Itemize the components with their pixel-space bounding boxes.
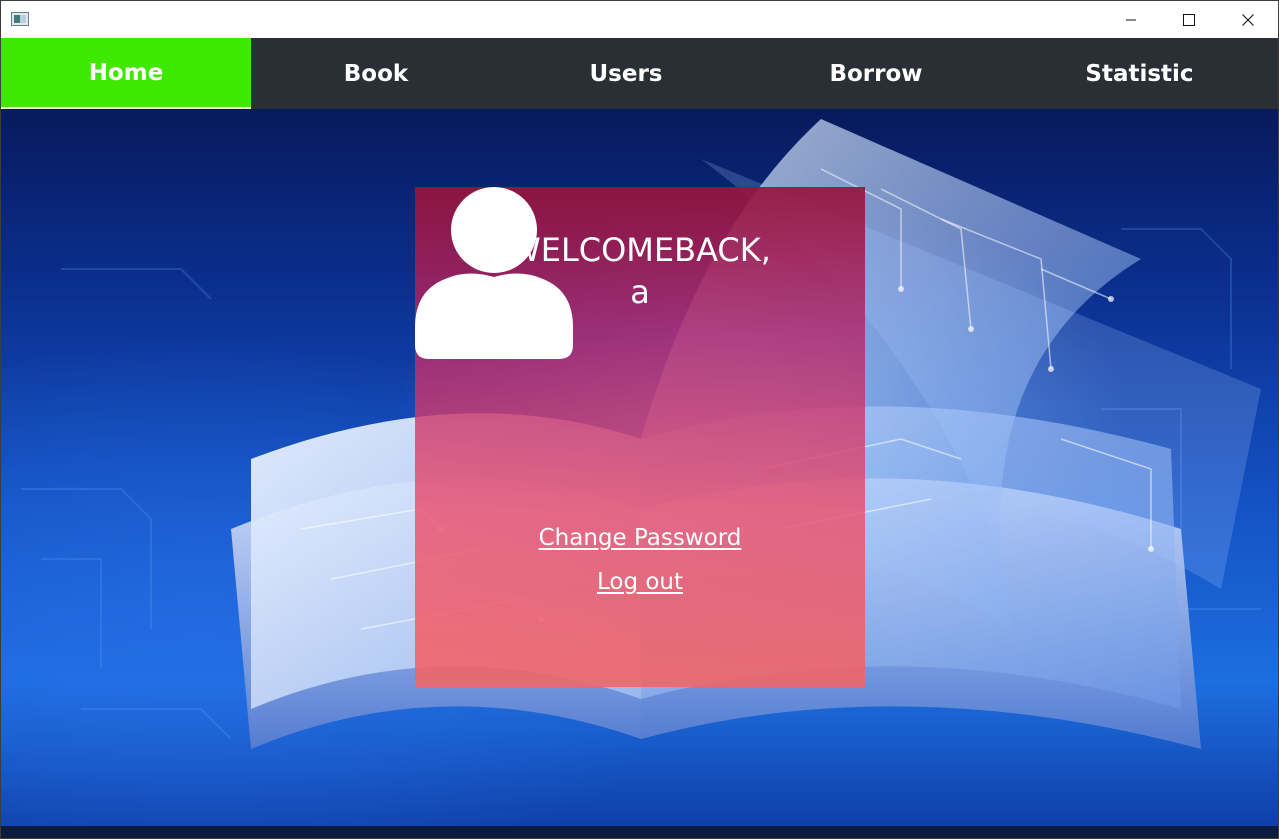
tab-statistic[interactable]: Statistic (1001, 38, 1278, 109)
user-avatar-icon (415, 187, 573, 359)
change-password-link[interactable]: Change Password (415, 525, 865, 551)
bottom-border (1, 826, 1278, 838)
app-icon (11, 12, 29, 26)
tab-borrow[interactable]: Borrow (751, 38, 1001, 109)
tab-book[interactable]: Book (251, 38, 501, 109)
logout-link[interactable]: Log out (415, 569, 865, 595)
maximize-icon (1183, 13, 1195, 26)
close-icon (1242, 13, 1254, 26)
app-window: Home Book Users Borrow Statistic WELCOME… (0, 0, 1279, 839)
background-image: WELCOMEBACK, a Change Password Log out (1, 109, 1278, 826)
title-bar (1, 1, 1278, 38)
maximize-button[interactable] (1160, 1, 1218, 38)
minimize-button[interactable] (1102, 1, 1160, 38)
main-nav: Home Book Users Borrow Statistic (1, 38, 1278, 109)
close-button[interactable] (1219, 1, 1277, 38)
welcome-card: WELCOMEBACK, a Change Password Log out (415, 187, 865, 687)
tab-users[interactable]: Users (501, 38, 751, 109)
tab-home[interactable]: Home (1, 38, 251, 109)
minimize-icon (1126, 19, 1136, 20)
